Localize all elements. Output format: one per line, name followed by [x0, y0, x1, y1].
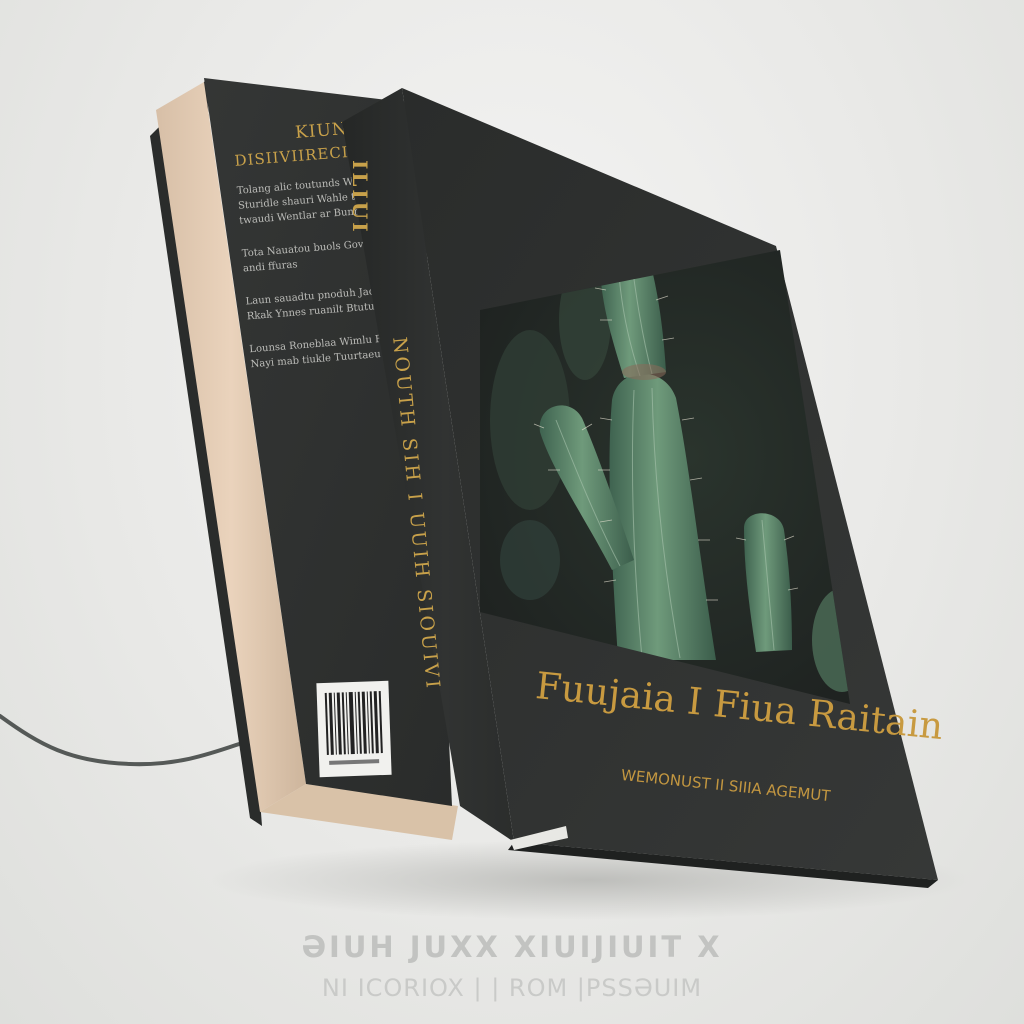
spine-top-text: ILIUI [348, 160, 372, 235]
front-book [342, 88, 938, 888]
caption-line-1: ƏIUH JUXX XIUIJIUIT X [301, 930, 723, 964]
caption-line-2: NI ICORIOX | | ROM |PSSƏUIM [321, 974, 703, 1002]
book-mockup-scene: KIUNIT DISIIVIIRECIOE Tolang alic toutun… [0, 0, 1024, 1024]
